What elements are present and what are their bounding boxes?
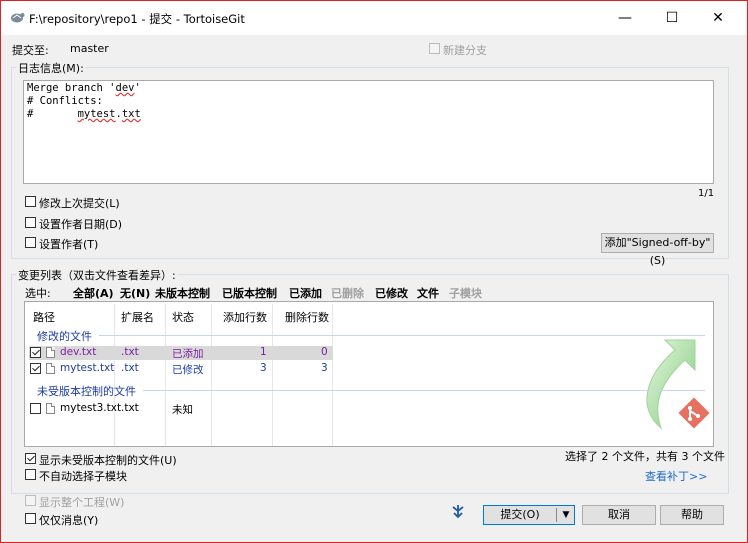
amend-commit-label: 修改上次提交(L) (39, 197, 120, 210)
file-extension: .txt (121, 346, 139, 358)
tortoisegit-app-icon (11, 13, 25, 23)
message-only-label: 仅仅消息(Y) (39, 514, 99, 527)
no-autoselect-submodules-checkbox[interactable] (25, 469, 36, 480)
message-only-checkbox[interactable] (25, 513, 36, 524)
table-row[interactable]: dev.txt .txt 已添加 1 0 (29, 346, 333, 360)
cancel-button[interactable]: 取消 (582, 505, 656, 525)
file-checkbox[interactable] (30, 363, 41, 374)
set-author-checkbox[interactable] (25, 237, 36, 248)
group-header-unversioned-files[interactable]: 未受版本控制的文件 (37, 383, 136, 399)
view-patch-link[interactable]: 查看补丁>> (645, 468, 707, 484)
column-header-lines-deleted[interactable]: 删除行数 (285, 309, 329, 325)
tortoisegit-watermark-icon (646, 339, 710, 430)
changes-group-title: 变更列表（双击文件查看差异）: (16, 267, 178, 283)
selection-summary: 选择了 2 个文件，共有 3 个文件 (565, 450, 725, 463)
select-label: 选中: (25, 287, 51, 300)
set-author-label: 设置作者(T) (39, 238, 99, 251)
show-whole-project-checkbox (25, 495, 36, 506)
commit-arrow-icon (452, 505, 464, 519)
file-extension: .txt (121, 402, 139, 414)
group-divider (143, 390, 705, 391)
commit-button[interactable]: 提交(O) ▼ (483, 505, 575, 525)
set-author-date-checkbox[interactable] (25, 217, 36, 228)
lines-added: 3 (260, 362, 267, 374)
message-counter: 1/1 (698, 188, 715, 199)
column-header-status[interactable]: 状态 (172, 309, 194, 325)
maximize-button[interactable]: ☐ (649, 1, 695, 35)
minimize-button[interactable]: — (602, 1, 648, 35)
split-divider (556, 508, 557, 522)
branch-name: master (70, 42, 109, 55)
new-branch-label: 新建分支 (443, 44, 487, 57)
lines-deleted: 3 (321, 362, 328, 374)
filter-all[interactable]: 全部(A) (73, 285, 114, 301)
file-path: mytest3.txt (60, 402, 122, 414)
window-title: F:\repository\repo1 - 提交 - TortoiseGit (29, 12, 245, 26)
add-signed-off-by-button[interactable]: 添加"Signed-off-by"(S) (601, 233, 714, 267)
filter-versioned[interactable]: 已版本控制 (222, 285, 277, 301)
commit-button-label: 提交(O) (500, 508, 540, 521)
file-checkbox[interactable] (30, 403, 41, 414)
help-button[interactable]: 帮助 (660, 505, 724, 525)
file-path: mytest.txt (60, 362, 115, 374)
log-message-editor[interactable]: Merge branch 'dev' # Conflicts: # mytest.t… (23, 80, 714, 184)
new-branch-checkbox[interactable] (429, 43, 440, 54)
filter-unversioned[interactable]: 未版本控制 (155, 285, 210, 301)
filter-files[interactable]: 文件 (417, 285, 439, 301)
commit-to-label: 提交至: (12, 44, 49, 57)
amend-commit-checkbox[interactable] (25, 196, 36, 207)
show-unversioned-label: 显示未受版本控制的文件(U) (39, 454, 177, 467)
no-autoselect-submodules-label: 不自动选择子模块 (39, 470, 127, 483)
show-whole-project-label: 显示整个工程(W) (39, 496, 125, 509)
filter-modified[interactable]: 已修改 (375, 285, 408, 301)
commit-dropdown-arrow-icon[interactable]: ▼ (560, 506, 572, 524)
group-header-modified-files[interactable]: 修改的文件 (37, 328, 92, 344)
file-checkbox[interactable] (30, 347, 41, 358)
filter-none[interactable]: 无(N) (120, 285, 150, 301)
file-extension: .txt (121, 362, 139, 374)
file-status: 已添加 (172, 348, 204, 360)
commit-dialog: F:\repository\repo1 - 提交 - TortoiseGit —… (0, 0, 748, 543)
table-row[interactable]: mytest3.txt .txt 未知 (29, 402, 333, 416)
file-icon (46, 363, 55, 374)
title-bar: F:\repository\repo1 - 提交 - TortoiseGit —… (1, 1, 747, 35)
filter-submodules: 子模块 (449, 287, 482, 300)
set-author-date-label: 设置作者日期(D) (39, 218, 123, 231)
filter-deleted: 已删除 (331, 287, 364, 300)
show-unversioned-checkbox[interactable] (25, 453, 36, 464)
log-line-3: # Conflicts: (27, 95, 103, 107)
lines-deleted: 0 (321, 346, 328, 358)
log-line-4: # mytest.txt (27, 108, 141, 120)
file-icon (46, 403, 55, 414)
file-status: 未知 (172, 404, 193, 416)
file-icon (46, 347, 55, 358)
lines-added: 1 (260, 346, 267, 358)
column-header-lines-added[interactable]: 添加行数 (223, 309, 267, 325)
file-path: dev.txt (60, 346, 97, 358)
log-message-group-title: 日志信息(M): (16, 60, 86, 76)
column-header-path[interactable]: 路径 (33, 309, 55, 325)
group-divider (99, 335, 705, 336)
changed-files-list[interactable]: 路径 扩展名 状态 添加行数 删除行数 修改的文件 dev.txt .txt 已… (24, 301, 714, 447)
table-row[interactable]: mytest.txt .txt 已修改 3 3 (29, 362, 333, 376)
file-status: 已修改 (172, 364, 204, 376)
log-line-1: Merge branch 'dev' (27, 82, 141, 94)
column-header-extension[interactable]: 扩展名 (121, 309, 154, 325)
filter-added[interactable]: 已添加 (289, 285, 322, 301)
close-button[interactable]: ✕ (695, 1, 741, 35)
